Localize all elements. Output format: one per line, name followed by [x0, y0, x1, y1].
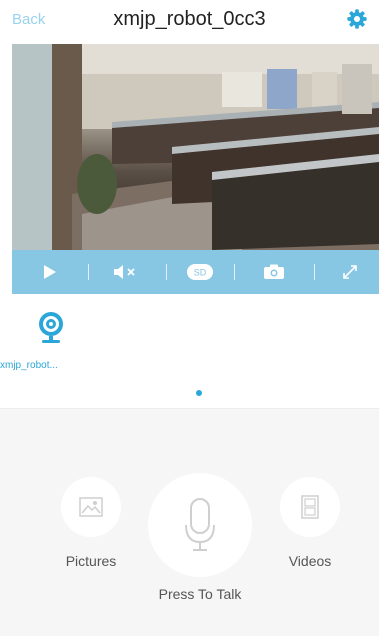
divider: [314, 264, 315, 280]
camera-video-feed[interactable]: [12, 44, 379, 250]
device-name-label[interactable]: xmjp_robot...: [0, 360, 100, 371]
press-to-talk-label: Press To Talk: [158, 586, 242, 602]
divider: [234, 264, 235, 280]
video-control-bar: SD: [12, 250, 379, 294]
gear-icon[interactable]: [346, 8, 368, 30]
image-icon: [79, 497, 103, 517]
pictures-button[interactable]: [61, 477, 121, 537]
sd-quality-label: SD: [194, 268, 207, 278]
fullscreen-button[interactable]: [330, 250, 370, 294]
mute-button[interactable]: [104, 250, 148, 294]
mute-icon: [114, 265, 135, 279]
sd-quality-button[interactable]: SD: [180, 250, 220, 294]
header: Back xmjp_robot_0cc3: [0, 0, 379, 44]
play-button[interactable]: [30, 250, 70, 294]
microphone-icon: [185, 498, 215, 551]
press-to-talk-button[interactable]: [148, 473, 252, 577]
videos-label: Videos: [288, 553, 332, 569]
webcam-device-icon[interactable]: [36, 311, 66, 345]
snapshot-camera-icon: [264, 264, 284, 279]
sd-quality-icon: SD: [187, 264, 213, 280]
snapshot-button[interactable]: [252, 250, 296, 294]
divider: [88, 264, 89, 280]
page-indicator-dot: [196, 390, 202, 396]
pictures-label: Pictures: [65, 553, 117, 569]
office-scene: [12, 44, 379, 250]
action-panel: Pictures Press To Talk Videos: [0, 408, 379, 636]
film-icon: [301, 495, 319, 519]
divider: [166, 264, 167, 280]
fullscreen-icon: [343, 265, 357, 279]
videos-button[interactable]: [280, 477, 340, 537]
page-title: xmjp_robot_0cc3: [113, 8, 266, 30]
play-icon: [44, 265, 56, 279]
